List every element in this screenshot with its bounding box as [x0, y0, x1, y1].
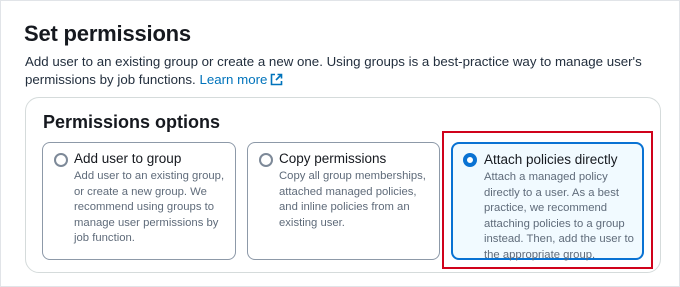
radio-button-add-user-to-group[interactable] — [54, 153, 68, 167]
page-description: Add user to an existing group or create … — [25, 53, 665, 89]
option-label: Attach policies directly — [484, 152, 618, 167]
description-text: Add user to an existing group or create … — [25, 54, 642, 87]
option-label: Add user to group — [74, 151, 182, 166]
option-description: Copy all group memberships, attached man… — [279, 170, 426, 229]
option-add-user-to-group[interactable]: Add user to group Add user to an existin… — [42, 142, 236, 260]
option-copy-permissions[interactable]: Copy permissions Copy all group membersh… — [247, 142, 440, 260]
option-label: Copy permissions — [279, 151, 387, 166]
option-description: Add user to an existing group, or create… — [74, 170, 225, 244]
learn-more-link[interactable]: Learn more — [199, 72, 283, 87]
radio-button-attach-policies-directly[interactable] — [463, 153, 477, 167]
radio-button-copy-permissions[interactable] — [259, 153, 273, 167]
permissions-options-title: Permissions options — [43, 112, 221, 132]
option-description: Attach a managed policy directly to a us… — [484, 171, 634, 261]
set-permissions-panel: Set permissions Add user to an existing … — [0, 0, 680, 287]
external-link-icon — [271, 73, 283, 86]
learn-more-label: Learn more — [199, 72, 268, 87]
option-attach-policies-directly[interactable]: Attach policies directly Attach a manage… — [451, 142, 644, 261]
permissions-options-container: Permissions options Add user to group Ad… — [25, 97, 661, 273]
page-title: Set permissions — [24, 21, 191, 46]
